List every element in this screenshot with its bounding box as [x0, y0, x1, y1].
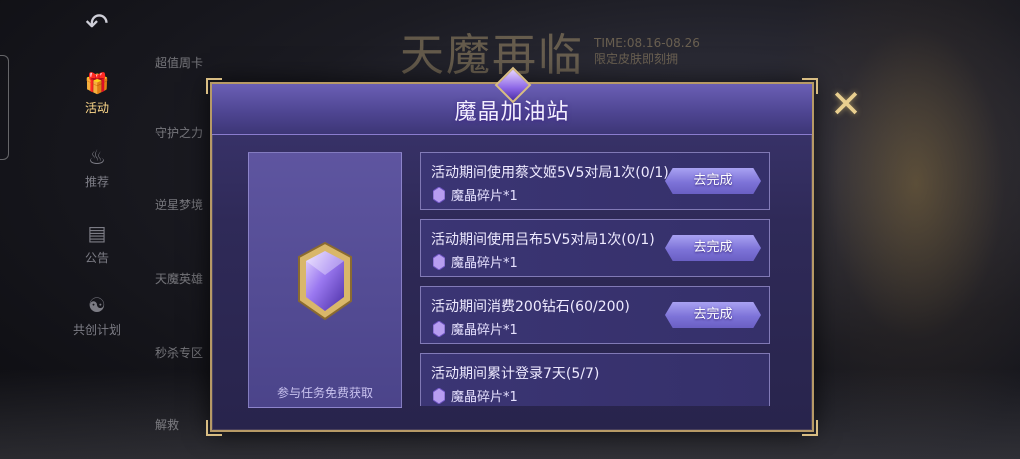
- task-list[interactable]: 活动期间使用蔡文姬5V5对局1次(0/1) 魔晶碎片*1 去完成 活动期间使用吕…: [420, 152, 772, 406]
- crystal-fragment-icon: [433, 320, 445, 337]
- flame-icon: ♨: [88, 145, 106, 169]
- task-row: 活动期间使用蔡文姬5V5对局1次(0/1) 魔晶碎片*1 去完成: [420, 152, 770, 210]
- notice-icon: ▤: [87, 221, 107, 245]
- bg-list-item: 逆星梦境: [155, 198, 204, 212]
- nav-item-activity[interactable]: 🎁 活动: [62, 70, 132, 116]
- crystal-fragment-icon: [433, 387, 445, 404]
- crystal-gem-icon: [295, 241, 355, 321]
- task-reward-label: 魔晶碎片*1: [451, 323, 518, 338]
- task-row: 活动期间消费200钻石(60/200) 魔晶碎片*1 去完成: [420, 286, 770, 344]
- back-arrow-icon: ↶: [85, 6, 109, 40]
- task-reward: 魔晶碎片*1: [433, 252, 518, 271]
- frame-corner: [802, 78, 818, 94]
- reward-caption: 参与任务免费获取: [276, 386, 373, 400]
- task-row: 活动期间累计登录7天(5/7) 魔晶碎片*1: [420, 353, 770, 406]
- task-reward-label: 魔晶碎片*1: [451, 390, 518, 405]
- banner-subtitle: 限定皮肤即刻拥: [594, 52, 679, 66]
- nav-item-notice[interactable]: ▤ 公告: [62, 220, 132, 266]
- crystal-fragment-icon: [433, 253, 445, 270]
- task-reward-label: 魔晶碎片*1: [451, 256, 518, 271]
- close-icon: ✕: [830, 82, 862, 126]
- nav-label: 共创计划: [72, 323, 121, 337]
- banner-time: TIME:08.16-08.26: [594, 36, 700, 50]
- nav-label: 公告: [84, 251, 109, 265]
- bg-list-item: 守护之力: [155, 126, 204, 140]
- frame-corner: [206, 78, 222, 94]
- bg-list-item: 秒杀专区: [155, 346, 204, 360]
- banner-title: 天魔再临: [400, 30, 584, 81]
- reward-preview-panel: 参与任务免费获取: [248, 152, 402, 408]
- nav-item-cocreate[interactable]: ☯ 共创计划: [62, 292, 132, 338]
- go-complete-button[interactable]: 去完成: [665, 302, 761, 328]
- bg-list-item: 解救: [155, 418, 180, 432]
- cocreate-icon: ☯: [88, 293, 106, 317]
- go-complete-button[interactable]: 去完成: [665, 235, 761, 261]
- background-event-banner: 天魔再临 TIME:08.16-08.26 限定皮肤即刻拥: [400, 16, 740, 86]
- task-description: 活动期间累计登录7天(5/7): [431, 366, 600, 382]
- task-row: 活动期间使用吕布5V5对局1次(0/1) 魔晶碎片*1 去完成: [420, 219, 770, 277]
- bg-list-item: 超值周卡: [155, 56, 204, 70]
- back-button[interactable]: ↶: [72, 6, 122, 40]
- task-description: 活动期间消费200钻石(60/200): [431, 299, 630, 315]
- nav-label: 活动: [84, 101, 109, 115]
- task-reward-label: 魔晶碎片*1: [451, 189, 518, 204]
- nav-label: 推荐: [84, 175, 109, 189]
- task-description: 活动期间使用蔡文姬5V5对局1次(0/1): [431, 165, 669, 181]
- frame-corner: [206, 420, 222, 436]
- bg-list-item: 天魔英雄: [155, 272, 204, 286]
- side-pull-tab[interactable]: [0, 55, 9, 160]
- frame-corner: [802, 420, 818, 436]
- task-reward: 魔晶碎片*1: [433, 386, 518, 405]
- crystal-station-dialog: 魔晶加油站 参与任务免费获取 活动期间使用蔡文姬5V5对局1次(0/1) 魔晶碎…: [206, 66, 818, 436]
- close-button[interactable]: ✕: [826, 85, 866, 123]
- go-complete-button[interactable]: 去完成: [665, 168, 761, 194]
- nav-item-recommend[interactable]: ♨ 推荐: [62, 144, 132, 190]
- task-reward: 魔晶碎片*1: [433, 185, 518, 204]
- task-description: 活动期间使用吕布5V5对局1次(0/1): [431, 232, 655, 248]
- gift-icon: 🎁: [84, 71, 110, 95]
- task-reward: 魔晶碎片*1: [433, 319, 518, 338]
- crystal-fragment-icon: [433, 186, 445, 203]
